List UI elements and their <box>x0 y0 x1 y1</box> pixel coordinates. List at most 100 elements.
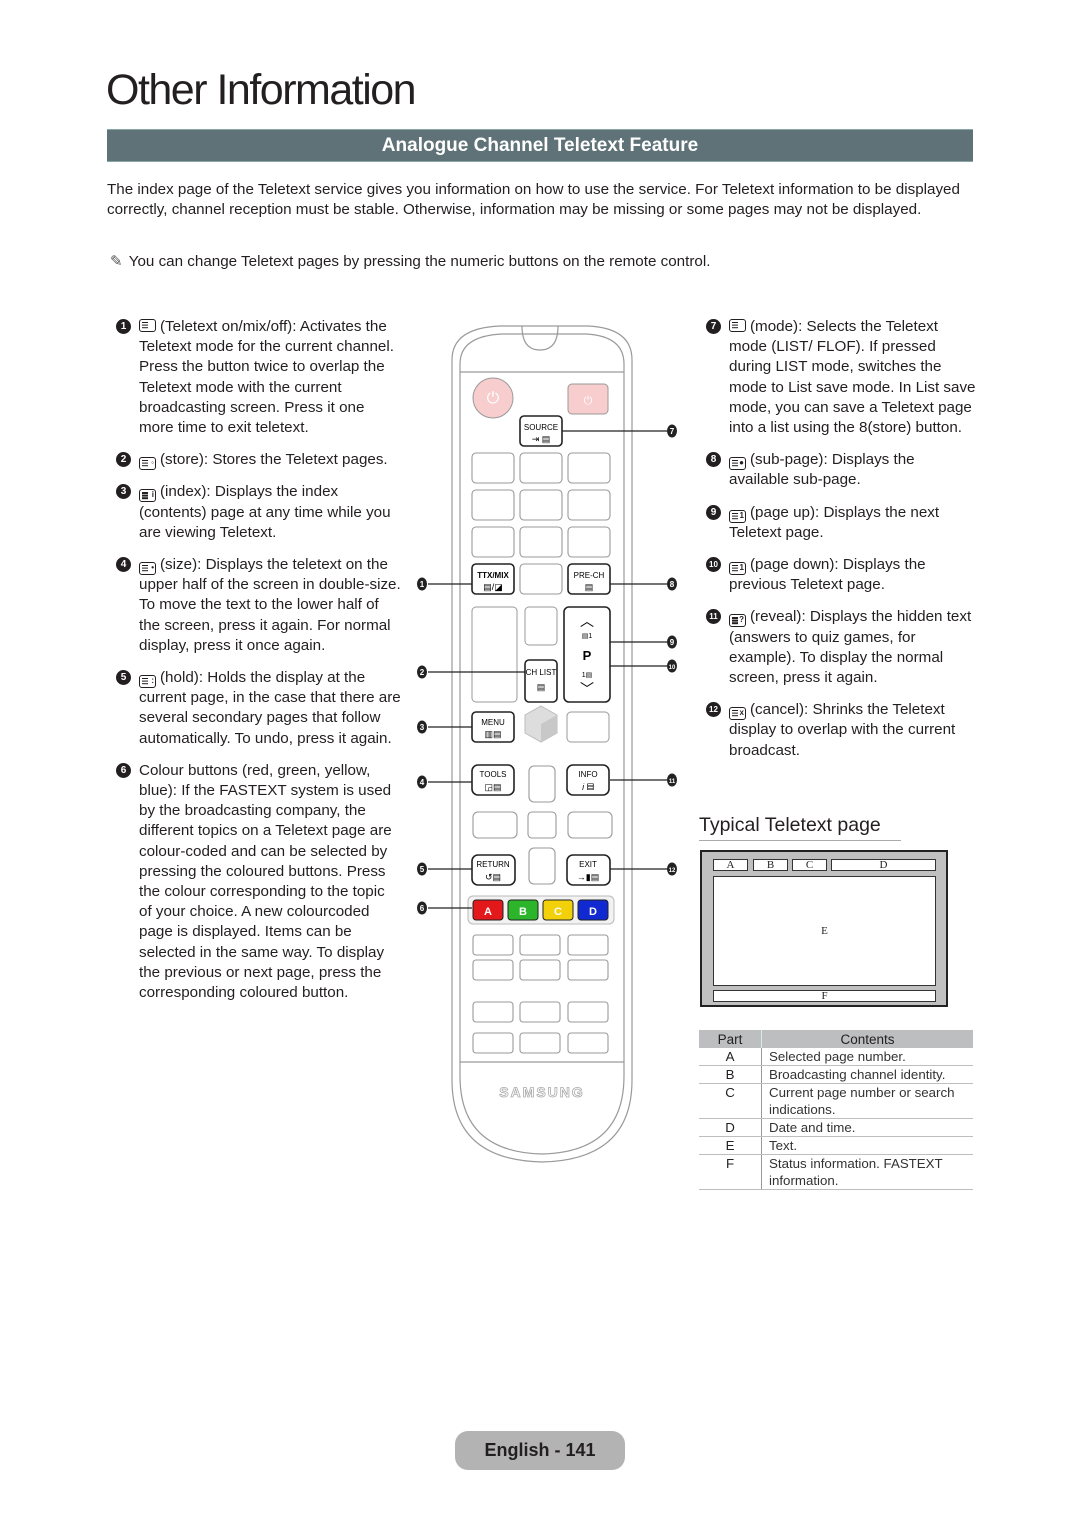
media-key[interactable] <box>567 934 609 956</box>
media-key[interactable] <box>519 1001 561 1023</box>
part-cell: F <box>699 1154 762 1190</box>
table-row: B Broadcasting channel identity. <box>699 1065 973 1084</box>
callout-number: 4 <box>420 778 425 787</box>
power-icon: ⏻ <box>487 390 500 407</box>
number-key[interactable] <box>471 526 515 558</box>
diagram-cell-f: F <box>713 990 936 1002</box>
ch-list-button[interactable] <box>524 659 558 703</box>
hold-icon: ↺▤ <box>485 872 501 882</box>
contents-cell: Current page number or search indication… <box>761 1083 973 1119</box>
d-pad-left[interactable] <box>472 811 518 839</box>
size-icon: • <box>139 562 156 576</box>
callout-number: 6 <box>116 762 131 778</box>
ch-list-label: CH LIST <box>526 668 557 677</box>
callout-number: 2 <box>116 452 131 468</box>
callout-number: 7 <box>706 319 721 334</box>
menu-label: MENU <box>481 718 505 727</box>
tools-label: TOOLS <box>480 770 507 779</box>
media-key[interactable] <box>519 934 561 956</box>
number-key[interactable] <box>567 489 611 521</box>
diagram-cell-c: C <box>792 859 827 871</box>
media-key[interactable] <box>472 934 514 956</box>
callout-number: 8 <box>706 452 721 468</box>
sub-page-icon: ▤ <box>585 582 594 592</box>
item-text: (Teletext on/mix/off): Activates the Tel… <box>139 318 394 437</box>
part-cell: D <box>699 1118 762 1137</box>
note: ✎ You can change Teletext pages by pressi… <box>110 252 970 272</box>
cancel-icon: →▮▤ <box>577 872 599 882</box>
brand-logo: SAMSUNG <box>499 1084 585 1100</box>
table-row: E Text. <box>699 1136 973 1155</box>
lower-keys <box>472 934 609 1054</box>
table-row: C Current page number or search indicatio… <box>699 1083 973 1119</box>
d-pad-enter[interactable] <box>527 811 557 839</box>
right-feature-list: 7 (mode): Selects the Teletext mode (LIS… <box>706 317 976 773</box>
part-cell: A <box>699 1048 762 1066</box>
page-down-icon: 1▤ <box>582 672 593 679</box>
list-item: 11 ? (reveal): Displays the hidden text (… <box>706 607 976 688</box>
source-icon: ⇥ ▤ <box>532 434 551 444</box>
diagram-cell-e: E <box>713 876 936 986</box>
number-key[interactable] <box>519 452 563 484</box>
number-key[interactable] <box>471 489 515 521</box>
callout-number: 1 <box>420 580 425 589</box>
reveal-icon: ? <box>729 614 746 628</box>
contents-cell: Selected page number. <box>761 1048 973 1066</box>
number-key[interactable] <box>519 489 563 521</box>
callout-number: 5 <box>116 670 131 686</box>
number-key[interactable] <box>567 526 611 558</box>
list-item: 5 : (hold): Holds the display at the curr… <box>116 668 401 749</box>
media-key[interactable] <box>519 959 561 981</box>
power-icon: ⏻ <box>584 395 593 407</box>
size-icon: ◲▤ <box>484 782 501 792</box>
callout-number: 6 <box>420 904 425 913</box>
callout-number: 12 <box>669 868 676 874</box>
contents-cell: Text. <box>761 1136 973 1155</box>
d-pad-down[interactable] <box>528 847 556 885</box>
table-row: A Selected page number. <box>699 1048 973 1066</box>
mode-icon <box>729 319 746 332</box>
item-text: (page down): Displays the previous Telet… <box>729 556 926 594</box>
store-icon: ▤ <box>537 682 546 692</box>
return-label: RETURN <box>476 860 510 869</box>
number-key[interactable] <box>519 563 563 595</box>
number-key[interactable] <box>519 526 563 558</box>
chevron-down-icon: ﹀ <box>580 681 594 697</box>
media-key[interactable] <box>519 1032 561 1054</box>
chevron-up-icon: ︿ <box>580 613 594 629</box>
contents-cell: Broadcasting channel identity. <box>761 1065 973 1084</box>
item-text: (index): Displays the index (contents) p… <box>139 483 391 541</box>
media-key[interactable] <box>567 959 609 981</box>
list-item: 10 1 (page down): Displays the previous T… <box>706 555 976 595</box>
media-key[interactable] <box>472 1032 514 1054</box>
d-pad-up[interactable] <box>528 765 556 803</box>
exit-label: EXIT <box>579 860 597 869</box>
volume-rocker[interactable] <box>471 606 518 703</box>
left-feature-list: 1 (Teletext on/mix/off): Activates the T… <box>116 317 401 1015</box>
mute-button[interactable] <box>524 606 558 646</box>
callout-number: 8 <box>670 580 675 589</box>
diagram-cell-b: B <box>753 859 788 871</box>
reveal-icon: 𝑖 ▤ <box>582 782 594 792</box>
callout-number: 10 <box>706 557 721 573</box>
table-row: D Date and time. <box>699 1118 973 1137</box>
source-label: SOURCE <box>524 423 558 432</box>
callout-number: 11 <box>669 779 676 785</box>
number-key[interactable] <box>567 452 611 484</box>
part-cell: E <box>699 1136 762 1155</box>
number-key[interactable] <box>471 452 515 484</box>
media-key[interactable] <box>472 1001 514 1023</box>
d-pad-right[interactable] <box>567 811 613 839</box>
table-row: F Status information. FASTEXT information… <box>699 1154 973 1190</box>
list-item: 1 (Teletext on/mix/off): Activates the T… <box>116 317 401 438</box>
media-key[interactable] <box>472 959 514 981</box>
list-item: 3 i (index): Displays the index (contents… <box>116 482 401 543</box>
media-key[interactable] <box>567 1001 609 1023</box>
guide-button[interactable] <box>566 711 610 743</box>
item-text: (hold): Holds the display at the current… <box>139 669 401 747</box>
callout-number: 12 <box>706 702 721 718</box>
list-item: 12 x (cancel): Shrinks the Teletext displ… <box>706 700 976 761</box>
media-key[interactable] <box>567 1032 609 1054</box>
color-button-label: D <box>589 906 597 918</box>
callout-number: 9 <box>670 638 675 647</box>
